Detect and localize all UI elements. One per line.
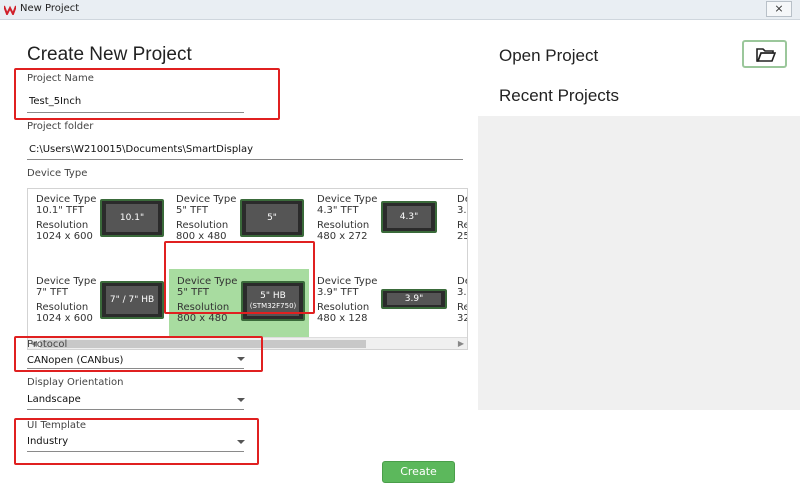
device-resolution-label: Resolution xyxy=(36,220,89,231)
device-thumbnail: 3.9" xyxy=(381,289,447,309)
device-resolution-value: 25 xyxy=(457,231,467,242)
device-resolution-label: Resolution xyxy=(317,302,370,313)
device-resolution-label: Resolution xyxy=(36,302,89,313)
device-type-label: Device Type xyxy=(317,194,378,205)
orientation-underline xyxy=(27,409,244,410)
open-project-pane: Open Project Recent Projects xyxy=(476,20,800,496)
device-type-label: Device Type xyxy=(36,194,97,205)
device-type-label: Device Type xyxy=(27,168,88,179)
device-option-3-x-a[interactable]: Devi 3. Resol 25 xyxy=(449,191,467,256)
recent-projects-list[interactable] xyxy=(478,116,800,410)
device-option-3-x-b[interactable]: Devi 3. Resol 32 xyxy=(449,271,467,336)
device-type-value: 4.3" TFT xyxy=(317,205,359,216)
device-option-4-3[interactable]: Device Type 4.3" TFT Resolution 480 x 27… xyxy=(309,191,449,256)
device-thumbnail: 10.1" xyxy=(100,199,164,237)
project-folder-input[interactable]: C:\Users\W210015\Documents\SmartDisplay xyxy=(29,144,253,155)
app-logo-icon xyxy=(4,5,16,15)
device-resolution-label: Resolution xyxy=(317,220,370,231)
device-resolution-value: 480 x 128 xyxy=(317,313,368,324)
device-option-7[interactable]: Device Type 7" TFT Resolution 1024 x 600… xyxy=(28,271,168,336)
device-resolution-label: Resol xyxy=(457,302,467,313)
device-type-value: 3. xyxy=(457,287,467,298)
device-type-value: 3. xyxy=(457,205,467,216)
window-titlebar: New Project ⨯ xyxy=(0,0,800,20)
device-thumbnail-label: 4.3" xyxy=(387,206,431,228)
highlight-protocol xyxy=(14,336,263,372)
device-type-value: 10.1" TFT xyxy=(36,205,84,216)
close-icon: ⨯ xyxy=(774,2,784,15)
device-type-label: Device Type xyxy=(36,276,97,287)
device-type-label: Devi xyxy=(457,276,467,287)
create-project-pane: Create New Project Project Name Test_5In… xyxy=(0,20,476,496)
orientation-label: Display Orientation xyxy=(27,377,124,388)
device-type-value: 5" TFT xyxy=(176,205,208,216)
device-option-10-1[interactable]: Device Type 10.1" TFT Resolution 1024 x … xyxy=(28,191,168,256)
scroll-right-icon[interactable]: ▶ xyxy=(455,338,467,349)
folder-open-icon xyxy=(756,48,776,62)
device-resolution-label: Resolution xyxy=(176,220,229,231)
device-thumbnail: 7" / 7" HB xyxy=(100,281,164,319)
open-project-button[interactable] xyxy=(742,40,787,68)
device-thumbnail-label: 5" xyxy=(246,204,298,232)
device-thumbnail-label: 10.1" xyxy=(106,204,158,232)
create-project-heading: Create New Project xyxy=(27,44,192,65)
chevron-down-icon[interactable] xyxy=(237,398,245,402)
highlight-selected-device xyxy=(164,241,315,314)
device-resolution-value: 32 xyxy=(457,313,467,324)
create-button[interactable]: Create xyxy=(382,461,455,483)
device-type-label: Device Type xyxy=(317,276,378,287)
device-resolution-value: 1024 x 600 xyxy=(36,313,93,324)
device-type-value: 7" TFT xyxy=(36,287,68,298)
open-project-heading: Open Project xyxy=(499,46,599,65)
close-button[interactable]: ⨯ xyxy=(766,1,792,17)
device-resolution-value: 1024 x 600 xyxy=(36,231,93,242)
device-type-label: Devi xyxy=(457,194,467,205)
highlight-project-name xyxy=(14,68,280,120)
project-folder-label: Project folder xyxy=(27,121,94,132)
device-resolution-label: Resol xyxy=(457,220,467,231)
device-resolution-value: 480 x 272 xyxy=(317,231,368,242)
device-type-value: 3.9" TFT xyxy=(317,287,359,298)
window-title: New Project xyxy=(20,3,80,14)
device-resolution-value: 800 x 480 xyxy=(177,313,228,324)
device-thumbnail: 5" xyxy=(240,199,304,237)
highlight-ui-template xyxy=(14,418,259,465)
device-type-label: Device Type xyxy=(176,194,237,205)
recent-projects-heading: Recent Projects xyxy=(499,86,619,105)
orientation-select[interactable]: Landscape xyxy=(27,394,81,405)
device-thumbnail-label: 3.9" xyxy=(387,293,441,305)
device-thumbnail: 4.3" xyxy=(381,201,437,233)
device-option-3-9[interactable]: Device Type 3.9" TFT Resolution 480 x 12… xyxy=(309,271,449,336)
device-thumbnail-label: 7" / 7" HB xyxy=(106,286,158,314)
project-folder-underline xyxy=(27,159,463,160)
